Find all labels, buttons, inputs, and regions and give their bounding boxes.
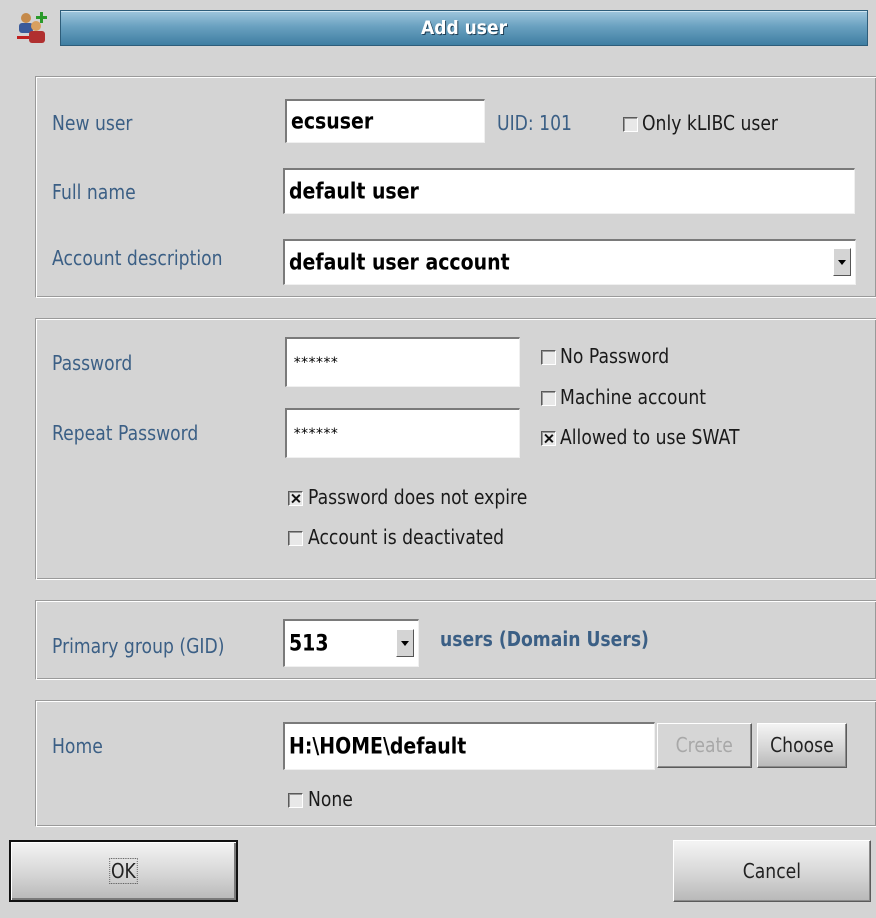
account-description-combo[interactable]: default user account xyxy=(283,239,856,285)
home-label: Home xyxy=(52,734,103,758)
cancel-button-label: Cancel xyxy=(742,859,802,883)
new-user-label: New user xyxy=(52,111,133,135)
title-bar-gradient: Add user xyxy=(60,10,868,46)
password-field[interactable]: ****** xyxy=(285,337,520,387)
full-name-label: Full name xyxy=(52,180,136,204)
gid-combo[interactable]: 513 xyxy=(283,619,419,667)
title-bar[interactable]: Add user xyxy=(0,0,876,54)
primary-group-label: Primary group (GID) xyxy=(52,634,225,658)
uid-text: UID: 101 xyxy=(497,111,573,135)
allowed-swat-label[interactable]: Allowed to use SWAT xyxy=(560,425,739,449)
choose-button[interactable]: Choose xyxy=(757,723,847,768)
ok-button-label: OK xyxy=(109,858,138,884)
add-user-icon xyxy=(17,12,47,43)
new-user-value: ecsuser xyxy=(291,109,374,134)
password-not-expire-label[interactable]: Password does not expire xyxy=(308,485,527,509)
group-name-text: users (Domain Users) xyxy=(440,627,649,651)
repeat-password-field[interactable]: ****** xyxy=(285,408,520,458)
repeat-password-label: Repeat Password xyxy=(52,421,199,445)
account-deactivated-checkbox[interactable] xyxy=(288,531,303,546)
window-title: Add user xyxy=(420,17,508,39)
no-password-checkbox[interactable] xyxy=(541,350,556,365)
allowed-swat-checkbox[interactable] xyxy=(541,431,556,446)
machine-account-label[interactable]: Machine account xyxy=(560,385,706,409)
choose-button-label: Choose xyxy=(770,733,834,757)
gid-value: 513 xyxy=(289,631,329,656)
full-name-field[interactable]: default user xyxy=(283,168,855,214)
gid-dropdown-button[interactable] xyxy=(396,629,414,657)
account-description-dropdown-button[interactable] xyxy=(833,248,851,276)
home-path-field[interactable]: H:\HOME\default xyxy=(283,722,655,770)
only-klibc-checkbox[interactable] xyxy=(623,117,638,132)
none-checkbox[interactable] xyxy=(288,793,303,808)
full-name-value: default user xyxy=(289,179,419,204)
account-description-value: default user account xyxy=(289,250,510,275)
only-klibc-label[interactable]: Only kLIBC user xyxy=(642,111,778,135)
password-not-expire-checkbox[interactable] xyxy=(288,491,303,506)
none-label[interactable]: None xyxy=(308,787,353,811)
add-user-dialog: Add user New user ecsuser UID: 101 Only … xyxy=(0,0,876,918)
no-password-label[interactable]: No Password xyxy=(560,344,669,368)
machine-account-checkbox[interactable] xyxy=(541,391,556,406)
password-label: Password xyxy=(52,351,133,375)
account-description-label: Account description xyxy=(52,246,223,270)
repeat-password-value: ****** xyxy=(293,425,339,442)
ok-button[interactable]: OK xyxy=(9,840,238,902)
home-path-value: H:\HOME\default xyxy=(289,734,467,759)
create-button[interactable]: Create xyxy=(657,723,752,768)
create-button-label: Create xyxy=(675,733,734,757)
password-value: ****** xyxy=(293,354,339,371)
account-deactivated-label[interactable]: Account is deactivated xyxy=(308,525,504,549)
new-user-field[interactable]: ecsuser xyxy=(285,99,485,143)
cancel-button[interactable]: Cancel xyxy=(673,840,871,902)
